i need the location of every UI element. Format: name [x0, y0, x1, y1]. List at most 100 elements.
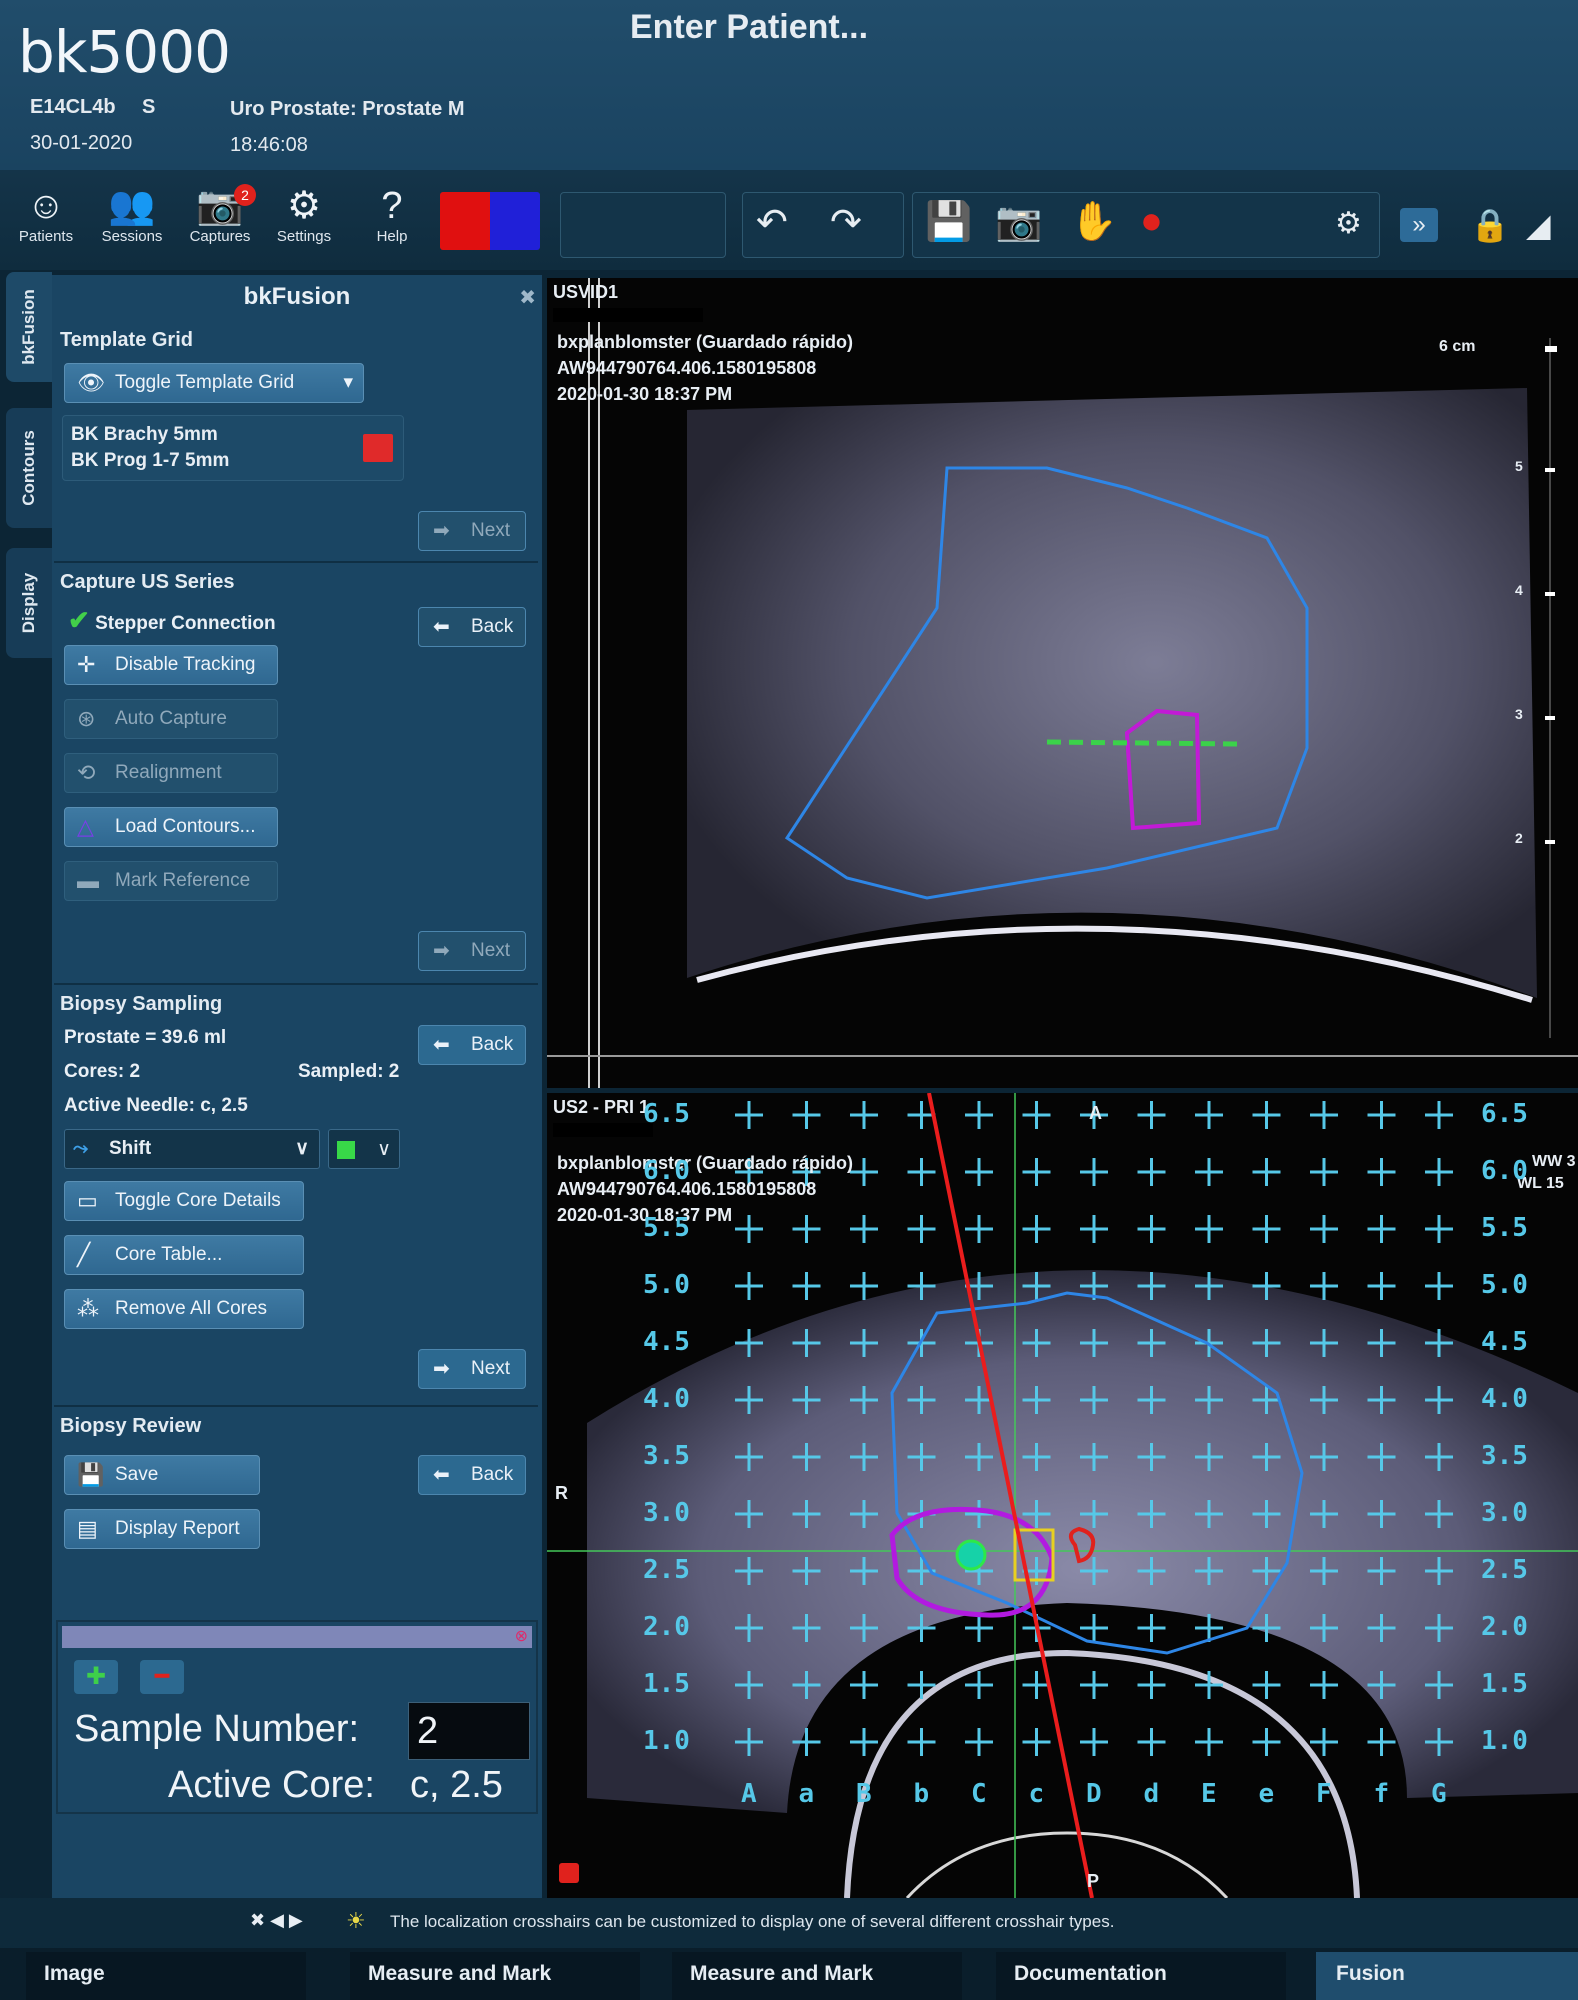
grid-col-label: d: [1143, 1779, 1160, 1809]
close-icon[interactable]: ⊗: [515, 1626, 528, 1646]
probe-icon[interactable]: ◢: [1526, 206, 1551, 244]
grid-row-label: 6.0: [643, 1156, 690, 1186]
save-icon[interactable]: 💾: [925, 200, 972, 244]
grid-cross: [850, 1671, 878, 1699]
template-line2: BK Prog 1-7 5mm: [71, 450, 230, 471]
grid-cross: [1367, 1158, 1396, 1186]
settings-label: Settings: [276, 228, 332, 245]
us1-scale-4: 4: [1515, 582, 1523, 598]
grid-cross: [1137, 1158, 1166, 1186]
grid-cross: [1137, 1614, 1166, 1642]
grid-cross: [1310, 1158, 1338, 1186]
remove-all-cores-button[interactable]: ⁂ Remove All Cores: [64, 1289, 304, 1329]
enter-patient-button[interactable]: Enter Patient...: [630, 8, 868, 47]
grid-cross: [735, 1272, 763, 1300]
capture-next-button[interactable]: ➡ Next: [418, 931, 526, 971]
captures-label: Captures: [189, 228, 251, 245]
grid-col-label: G: [1431, 1779, 1447, 1809]
grid-cross: [907, 1158, 936, 1186]
redo-icon[interactable]: ↷: [830, 200, 862, 245]
gear-small-icon[interactable]: ⚙: [1335, 206, 1362, 241]
auto-capture-button[interactable]: ⊛ Auto Capture: [64, 699, 278, 739]
ultrasound-view-2[interactable]: US2 - PRI 1 bxplanblomster (Guardado ráp…: [547, 1093, 1578, 1898]
probe-orientation-icon: [559, 1863, 579, 1883]
grid-row-label: 5.0: [1481, 1270, 1528, 1300]
grid-cross: [1367, 1728, 1396, 1756]
sample-number-field[interactable]: 2: [408, 1702, 530, 1760]
arrow-right-icon: ➡: [433, 940, 450, 962]
toggle-core-details-button[interactable]: ▭ Toggle Core Details: [64, 1181, 304, 1221]
biopsy-back-button[interactable]: ⬅ Back: [418, 1025, 526, 1065]
transducer-label: E14CL4b: [30, 96, 116, 118]
snapshot-icon[interactable]: 📷: [995, 200, 1042, 244]
grid-row-label: 3.5: [1481, 1441, 1528, 1471]
toolbar-empty-box: [560, 192, 726, 258]
color-select[interactable]: ∨: [328, 1129, 400, 1169]
grid-cross: [735, 1101, 763, 1129]
grid-col-label: e: [1258, 1779, 1275, 1809]
tab-measure-and-mark-1[interactable]: Measure and Mark: [350, 1952, 640, 2000]
template-next-label: Next: [471, 520, 511, 541]
grid-row-label: 2.0: [1481, 1612, 1528, 1642]
tab-fusion[interactable]: Fusion: [1316, 1952, 1578, 2000]
tab-image[interactable]: Image: [26, 1952, 306, 2000]
tab-bkfusion[interactable]: bkFusion: [6, 272, 52, 382]
ultrasound-view-1[interactable]: USVID1 bxplanblomster (Guardado rápido) …: [547, 278, 1578, 1088]
grid-cross: [1425, 1101, 1453, 1129]
captures-button[interactable]: 📷 Captures 2: [180, 184, 260, 245]
check-icon: ✔: [68, 605, 90, 635]
preset-label: Uro Prostate: Prostate M: [230, 98, 465, 120]
display-report-button[interactable]: ▤ Display Report: [64, 1509, 260, 1549]
review-heading: Biopsy Review: [60, 1415, 202, 1437]
mark-reference-button[interactable]: ▬ Mark Reference: [64, 861, 278, 901]
stepper-label: Stepper Connection: [95, 613, 276, 634]
template-next-button[interactable]: ➡ Next: [418, 511, 526, 551]
grid-cross: [792, 1272, 821, 1300]
sessions-label: Sessions: [101, 228, 163, 245]
capture-back-button[interactable]: ⬅ Back: [418, 607, 526, 647]
tab-display[interactable]: Display: [6, 548, 52, 658]
toggle-template-grid-button[interactable]: 👁 Toggle Template Grid ▾: [64, 363, 364, 403]
grid-cross: [1310, 1215, 1338, 1243]
lock-icon[interactable]: 🔒: [1470, 206, 1510, 244]
remove-sample-button[interactable]: ━: [140, 1660, 184, 1694]
toggle-core-label: Toggle Core Details: [115, 1190, 281, 1211]
shift-select[interactable]: ⤳ Shift ∨: [64, 1129, 320, 1169]
sample-header-bar: [62, 1626, 532, 1648]
grid-cross: [1367, 1215, 1396, 1243]
add-sample-button[interactable]: ✚: [74, 1660, 118, 1694]
us2-ww: WW 3: [1532, 1153, 1576, 1170]
hand-icon[interactable]: ✋: [1070, 200, 1117, 244]
nav-icons[interactable]: ✖ ◀ ▶: [250, 1910, 303, 1931]
grid-row-label: 3.5: [643, 1441, 690, 1471]
pill-icon[interactable]: ●: [1140, 200, 1163, 243]
review-back-button[interactable]: ⬅ Back: [418, 1455, 526, 1495]
tab-contours[interactable]: Contours: [6, 408, 52, 528]
arrow-right-icon: ➡: [433, 1358, 450, 1380]
patients-button[interactable]: ☺ Patients: [6, 184, 86, 245]
tab-measure-and-mark-2[interactable]: Measure and Mark: [672, 1952, 962, 2000]
grid-cross: [1080, 1158, 1108, 1186]
realignment-button[interactable]: ⟲ Realignment: [64, 753, 278, 793]
tab-display-label: Display: [19, 572, 38, 634]
grid-cross: [1137, 1101, 1166, 1129]
settings-button[interactable]: ⚙ Settings: [264, 184, 344, 245]
arrow-left-icon: ⬅: [433, 1034, 450, 1056]
grid-row-label: 6.5: [643, 1099, 690, 1129]
us1-name: bxplanblomster (Guardado rápido): [557, 332, 854, 352]
expand-icon[interactable]: »: [1400, 208, 1438, 242]
tab-documentation[interactable]: Documentation: [996, 1952, 1286, 2000]
arrow-right-icon: ➡: [433, 520, 450, 542]
sessions-button[interactable]: 👥 Sessions: [92, 184, 172, 245]
undo-icon[interactable]: ↶: [756, 200, 788, 245]
close-icon[interactable]: ✖: [519, 285, 536, 310]
core-table-button[interactable]: ╱ Core Table...: [64, 1235, 304, 1275]
template-line1: BK Brachy 5mm: [71, 424, 218, 445]
patients-icon: ☺: [26, 185, 66, 227]
load-contours-button[interactable]: △ Load Contours...: [64, 807, 278, 847]
biopsy-next-button[interactable]: ➡ Next: [418, 1349, 526, 1389]
save-button[interactable]: 💾 Save: [64, 1455, 260, 1495]
template-selector[interactable]: BK Brachy 5mm BK Prog 1-7 5mm: [62, 415, 404, 481]
disable-tracking-button[interactable]: ✛ Disable Tracking: [64, 645, 278, 685]
help-button[interactable]: ? Help: [352, 184, 432, 245]
